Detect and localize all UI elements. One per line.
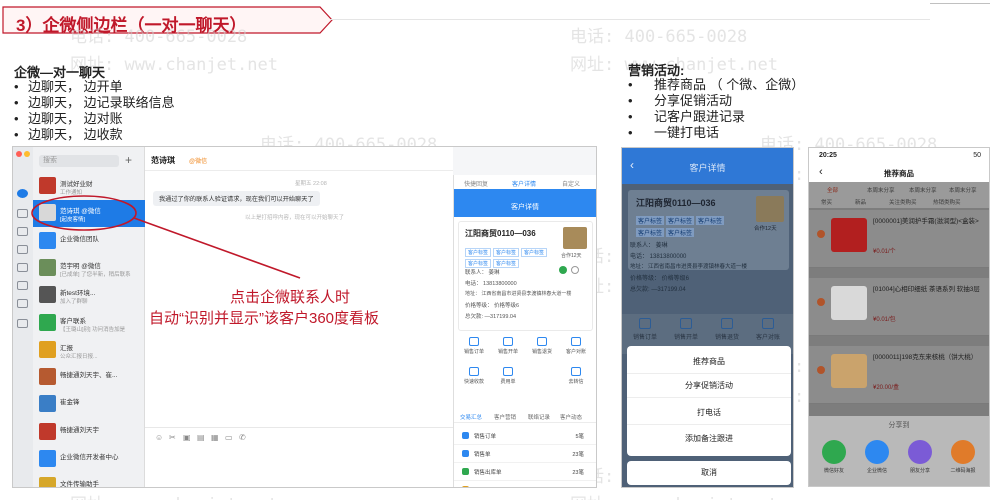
customer-tag: 客户标签: [636, 228, 665, 237]
share-option[interactable]: 二维码海报: [946, 440, 980, 474]
battery-level: 50: [973, 152, 981, 159]
cancel-button[interactable]: 取消: [627, 461, 791, 485]
subtab-followed[interactable]: 关注类购买: [889, 198, 917, 206]
mobile-title: 客户详情: [689, 163, 726, 173]
subtab-frequent[interactable]: 常买: [821, 198, 832, 206]
subtab-hot[interactable]: 热销类购买: [933, 198, 961, 206]
share-label: 二维码海报: [950, 468, 976, 474]
customer-tag: 客户标签: [696, 216, 725, 225]
share-label: 企业微信: [866, 468, 887, 474]
share-icon: [865, 440, 889, 464]
sheet-add-note[interactable]: 添加备注跟进: [627, 427, 791, 451]
sheet-recommend-products[interactable]: 推荐商品: [627, 350, 791, 374]
tab-weekend-share[interactable]: 本周末分享: [949, 186, 977, 194]
checkbox-icon[interactable]: [817, 298, 825, 306]
product-name: [0000001]美润护手霜(滋润型)<盒装>: [873, 218, 979, 225]
action-sales-return[interactable]: 销售退货: [710, 318, 744, 341]
product-item[interactable]: [0000011]198克东来核桃（饼大桃） ¥20.00/盒: [809, 346, 989, 404]
product-item[interactable]: [0000001]美润护手霜(滋润型)<盒装> ¥0.01/个: [809, 210, 989, 268]
customer-tag: 客户标签: [666, 228, 695, 237]
action-sales-order[interactable]: 销售订单: [628, 318, 662, 341]
tab-all[interactable]: 全部: [827, 186, 838, 194]
pointer-line: [133, 217, 301, 279]
product-item[interactable]: [01004]心相印细纸 茶语系列 软抽3层 ¥0.01/包: [809, 278, 989, 336]
share-option[interactable]: 朋友分享: [903, 440, 937, 474]
product-image: [831, 286, 867, 320]
share-label: 微信好友: [823, 468, 844, 474]
tab-weekend-share[interactable]: 本周末分享: [909, 186, 937, 194]
customer-phone: 电话： 13813800000: [630, 254, 687, 260]
share-icon: [822, 440, 846, 464]
product-image: [831, 218, 867, 252]
product-price: ¥20.00/盒: [873, 385, 900, 391]
customer-contact: 联系人： 姜琳: [630, 243, 668, 249]
action-sheet: 推荐商品 分享促销活动 打电话 添加备注跟进: [627, 346, 791, 456]
status-time: 20:25: [819, 152, 837, 159]
annotation-line2: 自动“识别并显示”该客户360度看板: [149, 310, 380, 327]
share-icon: [908, 440, 932, 464]
customer-address: 地址： 江西省南昌市进贤县李渡镇林春大道一楼: [630, 264, 748, 270]
product-price: ¥0.01/个: [873, 249, 896, 255]
customer-name: 江阳商贸0110—036: [636, 198, 716, 208]
mobile-nav-bar: ‹ 推荐商品: [809, 164, 989, 182]
share-option[interactable]: 微信好友: [817, 440, 851, 474]
product-image: [831, 354, 867, 388]
sheet-call[interactable]: 打电话: [627, 401, 791, 425]
billing-icon: [680, 318, 692, 329]
product-name: [0000011]198克东来核桃（饼大桃）: [873, 354, 978, 361]
subtab-new[interactable]: 新品: [855, 198, 866, 206]
sheet-share-promotion[interactable]: 分享促销活动: [627, 374, 791, 398]
share-title: 分享到: [888, 422, 910, 429]
share-option[interactable]: 企业微信: [860, 440, 894, 474]
checkbox-icon[interactable]: [817, 230, 825, 238]
return-icon: [721, 318, 733, 329]
customer-photo: [756, 196, 784, 222]
checkbox-icon[interactable]: [817, 366, 825, 374]
product-price: ¥0.01/包: [873, 317, 896, 323]
share-label: 朋友分享: [909, 468, 930, 474]
annotation-line1: 点击企微联系人时: [230, 289, 351, 306]
customer-tags: 客户标签 客户标签: [636, 222, 696, 240]
product-tabs: 全部 本周末分享 本周末分享 本周末分享 常买 新品 关注类购买 热销类购买: [809, 182, 989, 208]
status-bar: 20:25 50: [809, 148, 989, 164]
product-name: [01004]心相印细纸 茶语系列 软抽3层: [873, 286, 980, 293]
reconcile-icon: [762, 318, 774, 329]
mobile-title-bar: ‹ 客户详情: [622, 148, 793, 184]
customer-price-level: 价格等级： 价格等级6: [630, 276, 690, 282]
share-panel: 分享到 微信好友 企业微信 朋友分享 二维码海报: [809, 416, 989, 486]
cooperation-days: 合作12天: [754, 226, 777, 232]
mobile-title: 推荐商品: [884, 169, 914, 178]
mobile-customer-detail: ‹ 客户详情 江阳商贸0110—036 客户标签 客户标签 客户标签 客户标签 客户标…: [621, 147, 794, 488]
mobile-recommend-products: 20:25 50 ‹ 推荐商品 全部 本周末分享 本周末分享 本周末分享 常买 …: [808, 147, 990, 487]
highlight-ellipse: [31, 195, 137, 231]
customer-total-due: 总欠款: —317199.04: [630, 287, 686, 293]
action-sales-billing[interactable]: 销售开单: [669, 318, 703, 341]
share-icon: [951, 440, 975, 464]
tab-weekend-share[interactable]: 本周末分享: [867, 186, 895, 194]
order-icon: [639, 318, 651, 329]
action-customer-reconcile[interactable]: 客户对账: [751, 318, 785, 341]
